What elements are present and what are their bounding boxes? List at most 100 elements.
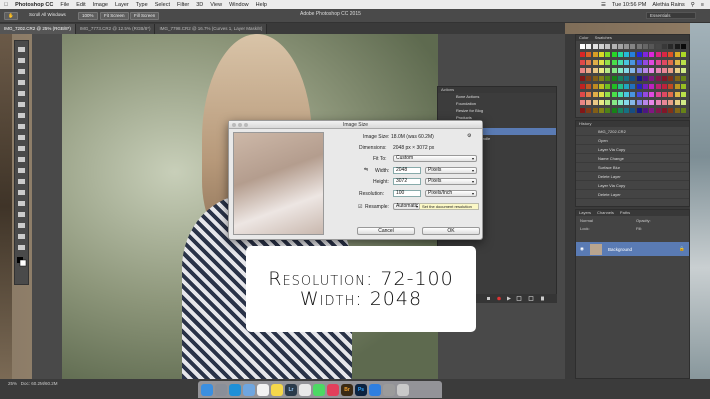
swatch[interactable] xyxy=(649,68,655,73)
swatch[interactable] xyxy=(630,76,636,81)
hand-tool-icon[interactable]: ✋ xyxy=(4,12,18,20)
swatch[interactable] xyxy=(661,92,667,97)
swatch[interactable] xyxy=(611,44,617,49)
link-constrain-icon[interactable]: ⇋ xyxy=(364,167,368,173)
menu-view[interactable]: View xyxy=(210,2,222,8)
swatch[interactable] xyxy=(649,52,655,57)
swatch[interactable] xyxy=(680,68,686,73)
swatch[interactable] xyxy=(624,68,630,73)
swatch[interactable] xyxy=(674,92,680,97)
swatch[interactable] xyxy=(598,68,604,73)
swatch[interactable] xyxy=(661,52,667,57)
music-icon[interactable] xyxy=(327,383,339,396)
menu-edit[interactable]: Edit xyxy=(76,2,85,8)
swatch[interactable] xyxy=(592,44,598,49)
swatch[interactable] xyxy=(598,60,604,65)
swatch[interactable] xyxy=(624,84,630,89)
swatch[interactable] xyxy=(636,52,642,57)
swatch[interactable] xyxy=(655,76,661,81)
swatch[interactable] xyxy=(643,52,648,57)
swatch[interactable] xyxy=(649,60,655,65)
swatch[interactable] xyxy=(643,108,648,113)
swatch[interactable] xyxy=(580,108,585,113)
swatch[interactable] xyxy=(617,92,623,97)
photos-icon[interactable] xyxy=(299,383,311,396)
swatch[interactable] xyxy=(624,52,630,57)
swatch[interactable] xyxy=(617,60,623,65)
swatch[interactable] xyxy=(624,44,630,49)
swatch[interactable] xyxy=(668,100,674,105)
history-title[interactable]: History xyxy=(579,121,591,127)
notes-icon[interactable] xyxy=(271,383,283,396)
swatch[interactable] xyxy=(636,68,642,73)
swatch[interactable] xyxy=(668,108,674,113)
history-row[interactable]: Open xyxy=(576,136,689,145)
menu-app-name[interactable]: Photoshop CC xyxy=(15,2,53,8)
swatch[interactable] xyxy=(655,108,661,113)
swatch[interactable] xyxy=(586,44,592,49)
swatch[interactable] xyxy=(630,100,636,105)
zoom-icon[interactable] xyxy=(244,123,248,127)
swatch[interactable] xyxy=(649,44,655,49)
swatch[interactable] xyxy=(680,84,686,89)
action-set[interactable]: Bone Actions xyxy=(438,93,556,100)
swatch[interactable] xyxy=(586,84,592,89)
swatch[interactable] xyxy=(580,52,585,57)
swatch[interactable] xyxy=(661,60,667,65)
finder-icon[interactable] xyxy=(201,383,213,396)
swatch[interactable] xyxy=(649,84,655,89)
swatch[interactable] xyxy=(643,84,648,89)
swatch[interactable] xyxy=(611,84,617,89)
swatch[interactable] xyxy=(586,52,592,57)
photoshop-icon[interactable]: Ps xyxy=(355,383,367,396)
user-name[interactable]: Alethia Rains xyxy=(652,2,684,8)
swatch[interactable] xyxy=(586,92,592,97)
lightroom-icon[interactable]: Lr xyxy=(285,383,297,396)
swatch[interactable] xyxy=(649,76,655,81)
swatch[interactable] xyxy=(649,100,655,105)
eye-icon[interactable]: ◉ xyxy=(580,246,584,252)
swatch[interactable] xyxy=(655,60,661,65)
swatch[interactable] xyxy=(636,44,642,49)
swatch[interactable] xyxy=(636,76,642,81)
blend-mode-select[interactable]: Normal xyxy=(580,218,593,223)
swatch[interactable] xyxy=(580,76,585,81)
swatch[interactable] xyxy=(598,84,604,89)
launchpad-icon[interactable] xyxy=(215,383,227,396)
mail-icon[interactable] xyxy=(243,383,255,396)
workspace-select[interactable]: Essentials xyxy=(646,12,696,19)
app-store-icon[interactable] xyxy=(369,383,381,396)
swatch[interactable] xyxy=(592,108,598,113)
layer-row-background[interactable]: ◉ Background 🔒 xyxy=(576,242,689,256)
swatch[interactable] xyxy=(661,108,667,113)
swatch[interactable] xyxy=(643,76,648,81)
swatch[interactable] xyxy=(592,68,598,73)
swatch[interactable] xyxy=(611,92,617,97)
menu-help[interactable]: Help xyxy=(256,2,267,8)
swatch[interactable] xyxy=(655,52,661,57)
fit-to-select[interactable]: Custom xyxy=(393,155,477,162)
swatch[interactable] xyxy=(617,108,623,113)
swatch[interactable] xyxy=(674,60,680,65)
menu-type[interactable]: Type xyxy=(136,2,148,8)
swatch[interactable] xyxy=(624,92,630,97)
swatch[interactable] xyxy=(592,92,598,97)
clock[interactable]: Tue 10:56 PM xyxy=(612,2,646,8)
swatch[interactable] xyxy=(630,84,636,89)
swatch[interactable] xyxy=(611,68,617,73)
swatch[interactable] xyxy=(649,92,655,97)
swatch[interactable] xyxy=(668,92,674,97)
swatch[interactable] xyxy=(680,76,686,81)
width-unit-select[interactable]: Pixels xyxy=(425,167,477,174)
height-unit-select[interactable]: Pixels xyxy=(425,178,477,185)
history-row[interactable]: Surface Blur xyxy=(576,163,689,172)
swatch[interactable] xyxy=(592,84,598,89)
menu-filter[interactable]: Filter xyxy=(177,2,189,8)
swatch[interactable] xyxy=(605,76,611,81)
swatch[interactable] xyxy=(680,108,686,113)
swatch[interactable] xyxy=(674,76,680,81)
swatch[interactable] xyxy=(661,84,667,89)
swatch[interactable] xyxy=(598,52,604,57)
doc-tab-2[interactable]: IMG_7773.CR2 @ 12.5% (RGB/8*) xyxy=(75,24,156,34)
swatch[interactable] xyxy=(605,68,611,73)
